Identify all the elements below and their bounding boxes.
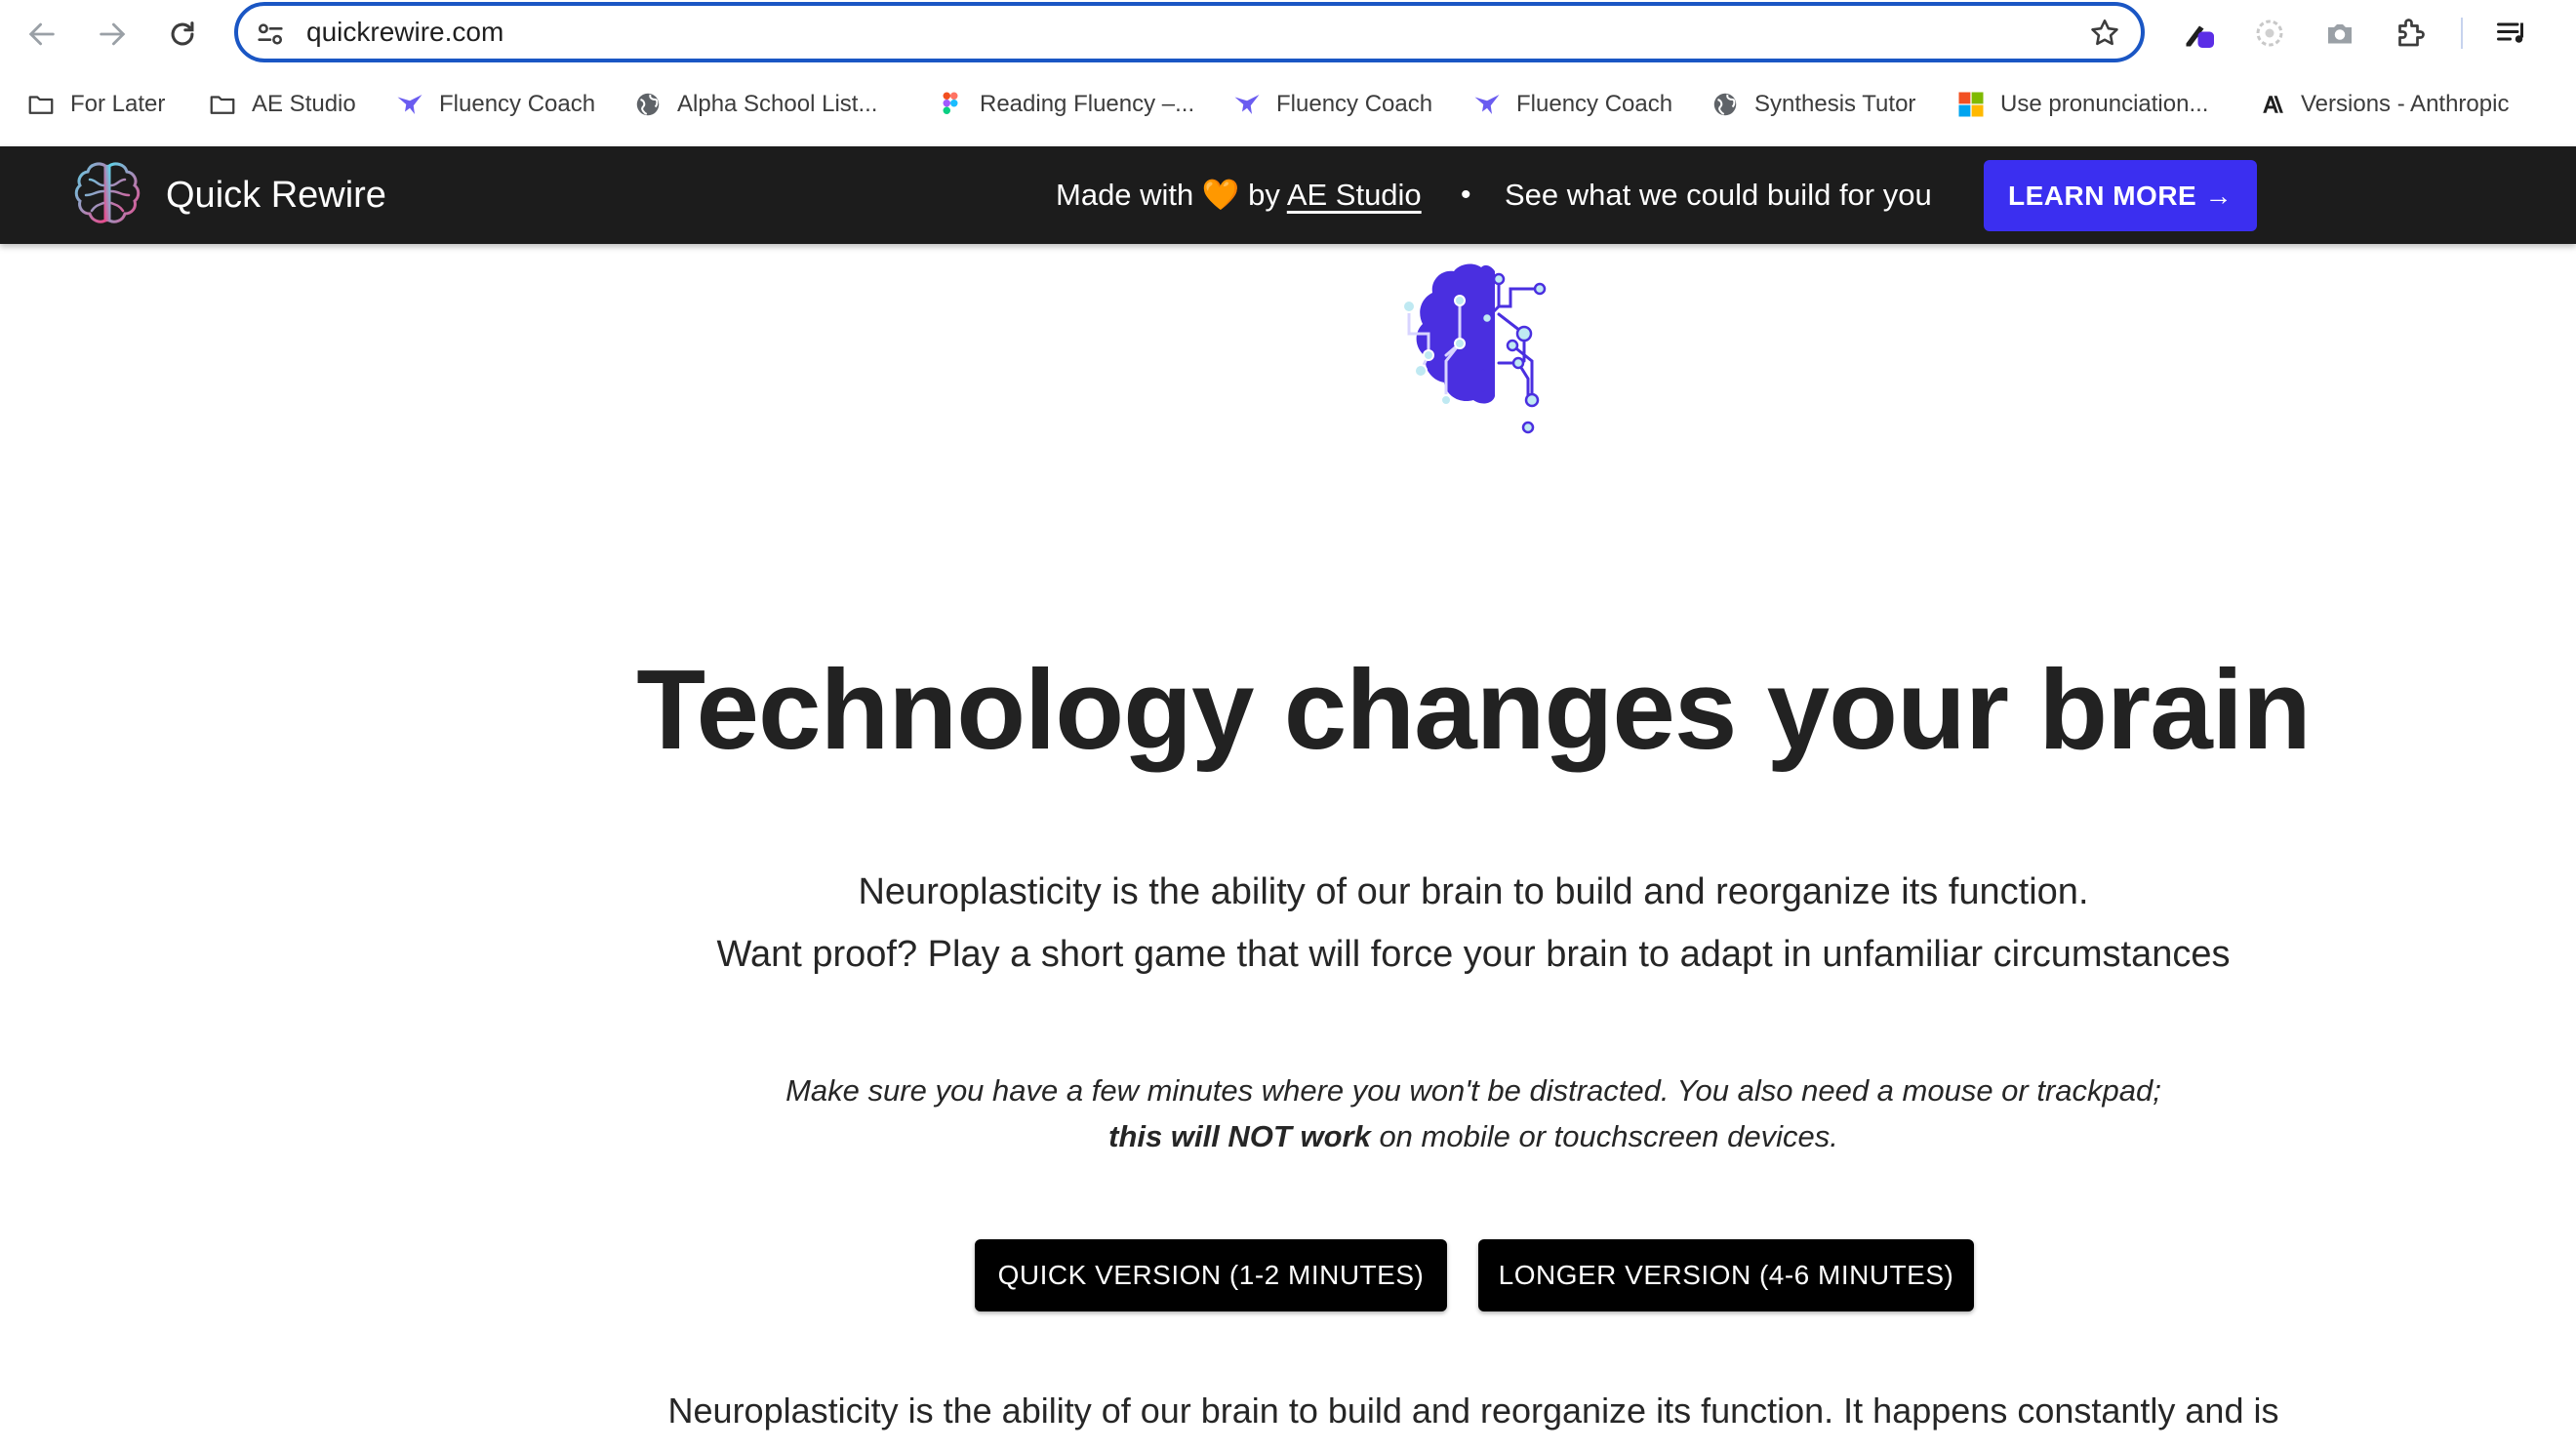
bookmark-fluency-coach-3[interactable]: Fluency Coach bbox=[1471, 82, 1672, 127]
bookmark-fluency-coach[interactable]: Fluency Coach bbox=[394, 82, 595, 127]
arrow-right-icon bbox=[100, 22, 126, 46]
arrow-left-icon bbox=[28, 22, 55, 46]
device-note-rest: on mobile or touchscreen devices. bbox=[1370, 1119, 1838, 1153]
bookmark-ae-studio[interactable]: AE Studio bbox=[207, 82, 356, 127]
folder-icon bbox=[210, 96, 235, 114]
brain-logo-icon[interactable] bbox=[68, 156, 146, 234]
bookmark-label: Versions - Anthropic bbox=[2301, 91, 2510, 117]
reading-list-button[interactable] bbox=[2492, 14, 2531, 53]
bookmark-label: Use pronunciation... bbox=[2000, 91, 2209, 117]
bookmark-label: For Later bbox=[70, 91, 166, 117]
figma-icon bbox=[943, 92, 958, 114]
folder-icon bbox=[28, 96, 54, 114]
device-note-line-1: Make sure you have a few minutes where y… bbox=[785, 1073, 2161, 1108]
longer-version-button[interactable]: LONGER VERSION (4-6 MINUTES) bbox=[1478, 1239, 1974, 1311]
anthropic-icon bbox=[2263, 96, 2283, 113]
reload-icon bbox=[171, 21, 194, 46]
forward-button[interactable] bbox=[90, 12, 135, 57]
bookmark-versions-anthropic[interactable]: Versions - Anthropic bbox=[2256, 82, 2509, 127]
bookmark-label: Alpha School List... bbox=[677, 91, 878, 117]
url-input[interactable] bbox=[306, 6, 1965, 59]
intro-line-1: Neuroplasticity is the ability of our br… bbox=[858, 871, 2089, 912]
bookmark-label: Fluency Coach bbox=[1276, 91, 1433, 117]
bookmark-synthesis-tutor[interactable]: Synthesis Tutor bbox=[1710, 82, 1915, 127]
header-pitch: See what we could build for you bbox=[1505, 178, 1932, 212]
bookmark-label: Fluency Coach bbox=[1516, 91, 1673, 117]
bookmark-reading-fluency[interactable]: Reading Fluency –... bbox=[935, 82, 1194, 127]
device-warning-bold: this will NOT work bbox=[1108, 1119, 1371, 1153]
body-paragraph: Neuroplasticity is the ability of our br… bbox=[667, 1391, 2279, 1431]
bookmark-use-pronunciation[interactable]: Use pronunciation... bbox=[1955, 82, 2208, 127]
camera-icon bbox=[2328, 24, 2352, 44]
learn-more-button[interactable]: LEARN MORE → bbox=[1984, 160, 2257, 231]
bookmark-label: AE Studio bbox=[252, 91, 356, 117]
page-headline: Technology changes your brain bbox=[636, 646, 2312, 773]
ae-studio-link[interactable]: AE Studio bbox=[1287, 178, 1422, 212]
puzzle-extensions-icon bbox=[2398, 19, 2425, 47]
made-with-credit: Made with 🧡 by AE Studio bbox=[1056, 146, 1422, 244]
bookmark-label: Fluency Coach bbox=[439, 91, 596, 117]
by-text: by bbox=[1248, 178, 1280, 212]
quick-version-button[interactable]: QUICK VERSION (1-2 MINUTES) bbox=[975, 1239, 1447, 1311]
back-button[interactable] bbox=[20, 12, 64, 57]
site-title[interactable]: Quick Rewire bbox=[166, 146, 386, 244]
loader-extension-icon bbox=[2256, 20, 2283, 47]
circuit-brain-icon bbox=[1402, 263, 1547, 434]
browser-toolbar bbox=[0, 0, 2576, 68]
fluency-coach-icon bbox=[1234, 95, 1260, 114]
bookmark-alpha-school[interactable]: Alpha School List... bbox=[632, 82, 877, 127]
camera-extension-button[interactable] bbox=[2320, 14, 2359, 53]
extensions-button[interactable] bbox=[2391, 14, 2430, 53]
address-bar[interactable] bbox=[234, 2, 2145, 62]
reading-list-icon bbox=[2497, 22, 2523, 43]
toolbar-divider bbox=[2461, 18, 2463, 49]
bookmark-star-icon[interactable] bbox=[2088, 17, 2121, 50]
pen-extension-button[interactable] bbox=[2180, 14, 2219, 53]
loader-extension-button[interactable] bbox=[2250, 14, 2289, 53]
made-with-text: Made with bbox=[1056, 178, 1194, 212]
site-settings-icon[interactable] bbox=[254, 18, 287, 51]
bookmark-fluency-coach-2[interactable]: Fluency Coach bbox=[1231, 82, 1432, 127]
pen-extension-icon bbox=[2186, 25, 2214, 48]
header-separator: • bbox=[1461, 179, 1471, 211]
bookmarks-bar: For Later AE Studio Fluency Coach Alpha … bbox=[0, 82, 2576, 127]
reload-button[interactable] bbox=[160, 12, 205, 57]
bookmark-label: Reading Fluency –... bbox=[980, 91, 1195, 117]
microsoft-icon bbox=[1958, 92, 1984, 117]
fluency-coach-icon bbox=[397, 95, 423, 114]
bookmark-for-later[interactable]: For Later bbox=[25, 82, 165, 127]
heart-icon: 🧡 bbox=[1201, 178, 1240, 212]
bookmark-label: Synthesis Tutor bbox=[1754, 91, 1916, 117]
device-note-line-2: this will NOT work on mobile or touchscr… bbox=[0, 1119, 2576, 1154]
fluency-coach-icon bbox=[1474, 95, 1500, 114]
intro-line-2: Want proof? Play a short game that will … bbox=[716, 934, 2231, 975]
globe-icon bbox=[1713, 93, 1737, 116]
globe-icon bbox=[636, 93, 660, 116]
